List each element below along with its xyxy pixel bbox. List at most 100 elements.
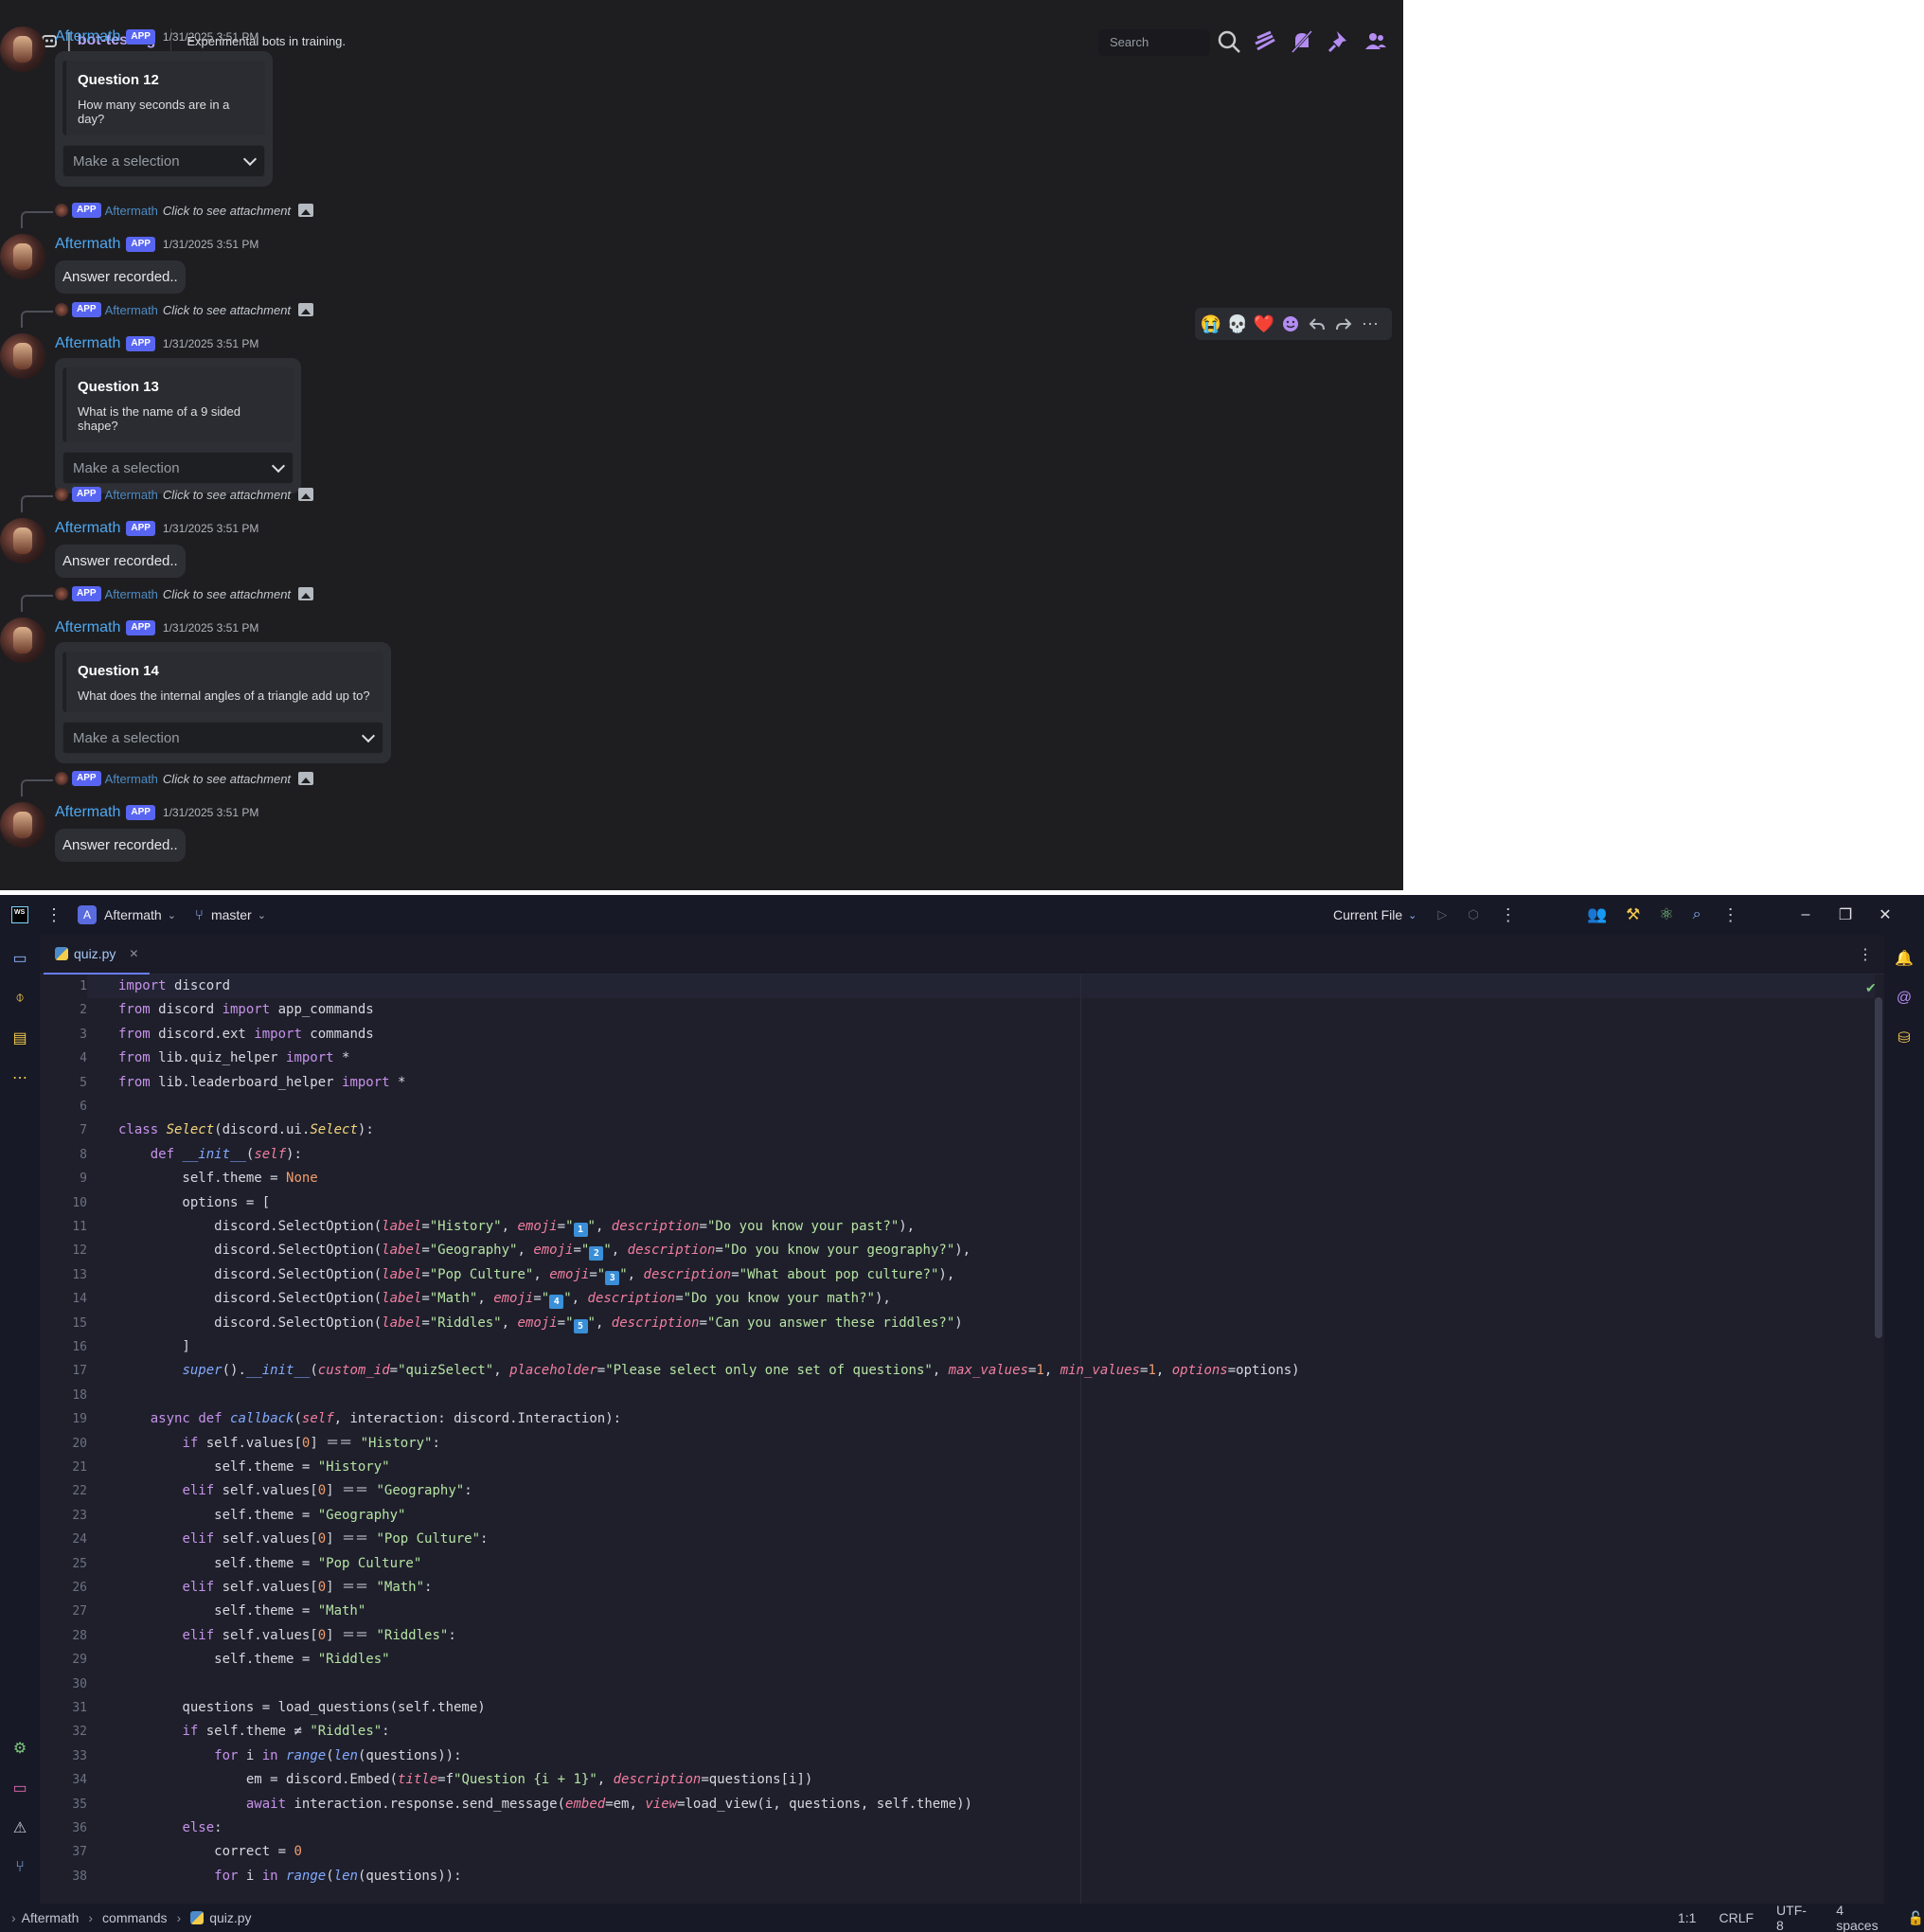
reply-text[interactable]: Click to see attachment xyxy=(163,303,291,317)
run-icon[interactable]: ▷ xyxy=(1437,907,1447,922)
file-encoding[interactable]: UTF-8 xyxy=(1776,1903,1813,1932)
ai-assistant-icon[interactable]: ⚛ xyxy=(1659,905,1673,924)
more-tools-icon[interactable]: ⋯ xyxy=(9,1067,30,1088)
add-reaction-icon[interactable] xyxy=(1280,313,1301,334)
reaction-cry-icon[interactable]: 😭 xyxy=(1201,313,1221,334)
username[interactable]: Aftermath xyxy=(55,520,120,537)
more-icon[interactable]: ⋯ xyxy=(1360,313,1381,334)
reaction-heart-icon[interactable]: ❤️ xyxy=(1254,313,1274,334)
reply-icon[interactable] xyxy=(1307,313,1327,334)
code-line[interactable]: discord.SelectOption(label="Pop Culture"… xyxy=(118,1263,954,1287)
select-dropdown[interactable]: Make a selection xyxy=(62,145,265,177)
breadcrumb-file[interactable]: quiz.py xyxy=(209,1910,251,1925)
reply-preview[interactable]: APP Aftermath Click to see attachment xyxy=(55,484,314,505)
code-line[interactable]: em = discord.Embed(title=f"Question {i +… xyxy=(118,1768,812,1792)
minimize-icon[interactable]: – xyxy=(1786,906,1826,923)
run-menu-icon[interactable]: ⋮ xyxy=(1500,905,1517,925)
code-line[interactable]: discord.SelectOption(label="Geography", … xyxy=(118,1239,971,1262)
terminal-icon[interactable]: ▭ xyxy=(9,1778,30,1798)
ai-chat-icon[interactable]: @ xyxy=(1894,988,1915,1009)
username[interactable]: Aftermath xyxy=(55,28,120,45)
chevron-down-icon[interactable]: ⌄ xyxy=(258,909,266,921)
username[interactable]: Aftermath xyxy=(55,619,120,636)
run-config-select[interactable]: Current File xyxy=(1333,907,1402,922)
code-line[interactable]: options = [ xyxy=(118,1191,270,1215)
tools-icon[interactable]: ⚒ xyxy=(1626,905,1640,924)
reaction-skull-icon[interactable]: 💀 xyxy=(1227,313,1248,334)
code-line[interactable]: discord.SelectOption(label="Math", emoji… xyxy=(118,1287,891,1311)
structure-icon[interactable]: ▤ xyxy=(9,1028,30,1048)
reply-author[interactable]: Aftermath xyxy=(105,772,158,786)
code-line[interactable]: def __init__(self): xyxy=(118,1143,302,1167)
reply-preview[interactable]: APP Aftermath Click to see attachment xyxy=(55,583,314,604)
code-line[interactable]: from discord.ext import commands xyxy=(118,1023,374,1046)
forward-icon[interactable] xyxy=(1333,313,1354,334)
code-line[interactable]: from lib.leaderboard_helper import * xyxy=(118,1071,405,1095)
avatar[interactable] xyxy=(0,234,45,279)
code-line[interactable]: for i in range(len(questions)): xyxy=(118,1744,461,1768)
reply-text[interactable]: Click to see attachment xyxy=(163,488,291,502)
code-line[interactable]: if self.values[0] ＝＝ "History": xyxy=(118,1432,439,1456)
cursor-position[interactable]: 1:1 xyxy=(1678,1910,1696,1925)
lock-icon[interactable]: 🔓 xyxy=(1908,1910,1924,1926)
mute-icon[interactable] xyxy=(1289,28,1315,55)
reply-text[interactable]: Click to see attachment xyxy=(163,772,291,786)
code-line[interactable]: await interaction.response.send_message(… xyxy=(118,1793,972,1816)
reply-preview[interactable]: APP Aftermath Click to see attachment xyxy=(55,200,314,221)
bell-icon[interactable]: 🔔 xyxy=(1894,948,1915,969)
threads-icon[interactable] xyxy=(1252,28,1278,55)
indent-setting[interactable]: 4 spaces xyxy=(1836,1903,1888,1932)
search-icon[interactable]: ⌕ xyxy=(1693,906,1701,923)
avatar[interactable] xyxy=(0,333,45,379)
restore-icon[interactable]: ❐ xyxy=(1826,905,1865,924)
code-line[interactable]: if self.theme ≠ "Riddles": xyxy=(118,1720,389,1744)
line-separator[interactable]: CRLF xyxy=(1719,1910,1754,1925)
members-icon[interactable] xyxy=(1363,28,1389,55)
code-line[interactable]: self.theme = "Geography" xyxy=(118,1504,405,1528)
code-line[interactable]: self.theme = "History" xyxy=(118,1456,389,1479)
reply-preview[interactable]: APP Aftermath Click to see attachment xyxy=(55,768,314,789)
username[interactable]: Aftermath xyxy=(55,804,120,821)
code-line[interactable]: self.theme = None xyxy=(118,1167,317,1190)
tab-quiz-py[interactable]: quiz.py ✕ xyxy=(44,935,151,975)
chevron-down-icon[interactable]: ⌄ xyxy=(168,909,176,921)
avatar[interactable] xyxy=(0,802,45,848)
code-line[interactable]: questions = load_questions(self.theme) xyxy=(118,1696,485,1720)
project-icon[interactable]: ▭ xyxy=(9,948,30,969)
code-line[interactable]: elif self.values[0] ＝＝ "Geography": xyxy=(118,1479,472,1503)
code-line[interactable]: discord.SelectOption(label="Riddles", em… xyxy=(118,1312,963,1335)
breadcrumb-project[interactable]: Aftermath xyxy=(22,1910,80,1925)
breadcrumb-folder[interactable]: commands xyxy=(102,1910,167,1925)
search-icon[interactable] xyxy=(1216,28,1242,55)
git-icon[interactable]: ⑂ xyxy=(9,1857,30,1878)
avatar[interactable] xyxy=(0,27,45,72)
search-input[interactable]: Search xyxy=(1098,29,1210,56)
project-switcher[interactable]: Aftermath xyxy=(104,907,162,922)
reply-preview[interactable]: APP Aftermath Click to see attachment xyxy=(55,299,314,320)
code-line[interactable]: from lib.quiz_helper import * xyxy=(118,1046,349,1070)
editor-scrollbar[interactable] xyxy=(1875,997,1882,1338)
settings-menu-icon[interactable]: ⋮ xyxy=(1722,905,1739,925)
close-tab-icon[interactable]: ✕ xyxy=(129,947,138,960)
tab-menu-icon[interactable]: ⋮ xyxy=(1858,945,1873,964)
reply-author[interactable]: Aftermath xyxy=(105,303,158,317)
code-with-me-icon[interactable]: 👥 xyxy=(1587,905,1607,924)
close-icon[interactable]: ✕ xyxy=(1865,905,1905,924)
code-line[interactable]: elif self.values[0] ＝＝ "Pop Culture": xyxy=(118,1528,488,1551)
code-line[interactable]: class Select(discord.ui.Select): xyxy=(118,1118,374,1142)
code-editor[interactable]: 1 2 3 4 5 6 7 8 9 10 11 12 13 14 15 16 17 18 19 20 21 22 23 24 2… xyxy=(40,975,1884,1904)
code-line[interactable]: elif self.values[0] ＝＝ "Riddles": xyxy=(118,1624,455,1648)
debug-icon[interactable]: ⬡ xyxy=(1468,907,1478,922)
problems-icon[interactable]: ⚠ xyxy=(9,1817,30,1838)
code-line[interactable]: self.theme = "Pop Culture" xyxy=(118,1552,421,1576)
code-line[interactable]: elif self.values[0] ＝＝ "Math": xyxy=(118,1576,432,1600)
avatar[interactable] xyxy=(0,518,45,564)
chevron-down-icon[interactable]: ⌄ xyxy=(1408,909,1416,921)
code-line[interactable]: ] xyxy=(118,1335,189,1359)
reply-author[interactable]: Aftermath xyxy=(105,488,158,502)
database-icon[interactable]: ⛁ xyxy=(1894,1028,1915,1048)
code-line[interactable]: for i in range(len(questions)): xyxy=(118,1865,461,1888)
reply-text[interactable]: Click to see attachment xyxy=(163,587,291,601)
pin-icon[interactable] xyxy=(1326,28,1352,55)
main-menu-icon[interactable]: ⋮ xyxy=(45,905,62,925)
